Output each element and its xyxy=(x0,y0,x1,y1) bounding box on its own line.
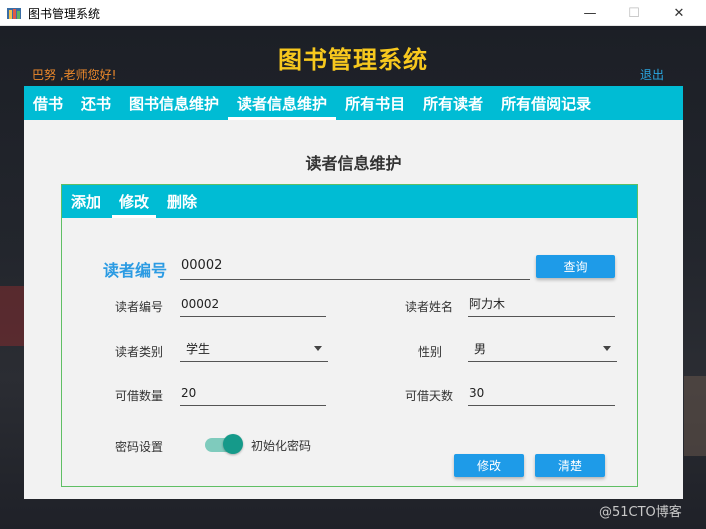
nav-item-reader-maintenance[interactable]: 读者信息维护 xyxy=(228,86,337,120)
tab-modify[interactable]: 修改 xyxy=(110,185,158,218)
chevron-down-icon xyxy=(314,346,322,351)
tab-delete[interactable]: 删除 xyxy=(158,185,206,218)
nav-item-all-readers[interactable]: 所有读者 xyxy=(414,86,492,120)
main-nav: 借书 还书 图书信息维护 读者信息维护 所有书目 所有读者 所有借阅记录 xyxy=(24,86,683,120)
borrow-count-field[interactable]: 20 xyxy=(180,384,326,406)
reader-form-card: 添加 修改 删除 读者编号 00002 查询 读者编号 00002 读者姓名 阿… xyxy=(61,184,638,487)
window-titlebar: 图书管理系统 — ☐ ✕ xyxy=(0,0,706,26)
chevron-down-icon xyxy=(603,346,611,351)
greeting-text: 巴努 ,老师您好! xyxy=(32,68,117,82)
search-input[interactable]: 00002 xyxy=(180,258,530,280)
background-decoration xyxy=(0,286,24,346)
reader-id-label: 读者编号 xyxy=(115,300,164,314)
tab-add[interactable]: 添加 xyxy=(62,185,110,218)
background-decoration xyxy=(684,376,706,456)
search-label: 读者编号 xyxy=(103,261,168,280)
close-button[interactable]: ✕ xyxy=(656,0,702,26)
maximize-button[interactable]: ☐ xyxy=(611,0,657,26)
logout-link[interactable]: 退出 xyxy=(640,66,664,83)
card-tabs: 添加 修改 删除 xyxy=(62,185,637,218)
borrow-count-label: 可借数量 xyxy=(115,389,164,403)
borrow-days-field[interactable]: 30 xyxy=(468,384,615,406)
watermark: @51CTO博客 xyxy=(599,505,682,520)
reader-id-field[interactable]: 00002 xyxy=(180,295,326,317)
reader-name-label: 读者姓名 xyxy=(405,300,454,314)
reader-type-select[interactable]: 学生 xyxy=(180,340,328,362)
clear-button[interactable]: 清楚 xyxy=(535,454,605,477)
window-title: 图书管理系统 xyxy=(28,7,101,21)
toggle-knob xyxy=(223,434,243,454)
query-button[interactable]: 查询 xyxy=(536,255,615,278)
borrow-days-label: 可借天数 xyxy=(405,389,454,403)
modify-button[interactable]: 修改 xyxy=(454,454,524,477)
gender-value: 男 xyxy=(474,342,487,356)
nav-item-return[interactable]: 还书 xyxy=(72,86,120,120)
password-label: 密码设置 xyxy=(115,440,164,454)
minimize-button[interactable]: — xyxy=(567,0,613,26)
reset-password-toggle[interactable] xyxy=(205,434,243,454)
gender-select[interactable]: 男 xyxy=(468,340,617,362)
reader-type-value: 学生 xyxy=(186,342,211,356)
page-title: 读者信息维护 xyxy=(305,154,402,173)
nav-item-borrow[interactable]: 借书 xyxy=(24,86,72,120)
reset-password-label: 初始化密码 xyxy=(251,439,312,453)
nav-item-all-records[interactable]: 所有借阅记录 xyxy=(492,86,600,120)
gender-label: 性别 xyxy=(418,345,443,359)
nav-item-all-books[interactable]: 所有书目 xyxy=(336,86,414,120)
reader-type-label: 读者类别 xyxy=(115,345,164,359)
nav-item-book-maintenance[interactable]: 图书信息维护 xyxy=(120,86,228,120)
content-panel: 读者信息维护 添加 修改 删除 读者编号 00002 查询 读者编号 00002… xyxy=(24,120,683,499)
reader-name-field[interactable]: 阿力木 xyxy=(468,295,615,317)
app-icon xyxy=(7,8,21,19)
